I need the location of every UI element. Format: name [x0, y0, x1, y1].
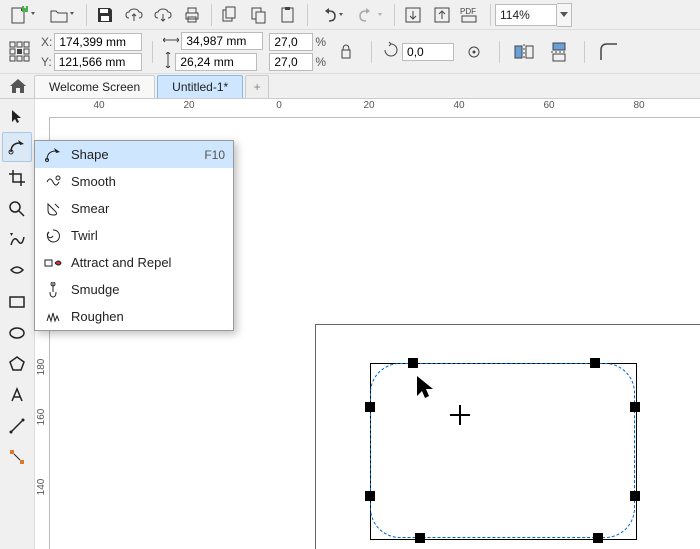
zoom-input[interactable]: 114% — [495, 4, 557, 26]
flyout-shape[interactable]: Shape F10 — [35, 141, 233, 168]
rounded-corner-button[interactable] — [595, 38, 623, 66]
smear-icon — [43, 201, 63, 217]
rectangle-tool[interactable] — [2, 287, 32, 317]
scale-x-input[interactable] — [269, 33, 313, 51]
tab-add[interactable]: + — [245, 75, 269, 98]
home-button[interactable] — [6, 76, 30, 96]
tab-untitled[interactable]: Untitled-1* — [157, 75, 243, 98]
import-button[interactable] — [399, 1, 427, 29]
freehand-tool[interactable] — [2, 225, 32, 255]
shape-icon — [43, 147, 63, 163]
flyout-roughen[interactable]: Roughen — [35, 303, 233, 330]
smudge-icon — [43, 282, 63, 298]
x-label: X: — [41, 35, 52, 49]
svg-text:PDF: PDF — [460, 7, 476, 16]
handle-tr[interactable] — [590, 358, 600, 368]
rotate-icon — [382, 41, 400, 62]
handle-ml[interactable] — [365, 402, 375, 412]
rotation-input[interactable] — [402, 43, 454, 61]
height-input[interactable] — [175, 53, 257, 71]
doc-tabs: Welcome Screen Untitled-1* + — [0, 74, 700, 99]
flyout-attract-repel[interactable]: Attract and Repel — [35, 249, 233, 276]
shape-tool[interactable] — [2, 132, 32, 162]
print-button[interactable] — [178, 1, 206, 29]
handle-ml2[interactable] — [365, 491, 375, 501]
main-toolbar: PDF 114% — [0, 0, 700, 30]
y-input[interactable] — [54, 53, 142, 71]
open-button[interactable] — [43, 1, 81, 29]
object-origin-button[interactable] — [6, 38, 34, 66]
new-doc-button[interactable] — [4, 1, 42, 29]
property-bar: X: Y: % % — [0, 30, 700, 74]
tab-welcome[interactable]: Welcome Screen — [34, 75, 155, 98]
handle-bl[interactable] — [415, 533, 425, 543]
connector-tool[interactable] — [2, 442, 32, 472]
zoom-dropdown[interactable] — [557, 3, 572, 27]
toolbox — [0, 99, 35, 549]
copy-button[interactable] — [216, 1, 244, 29]
cloud-up-button[interactable] — [120, 1, 148, 29]
shape-tool-flyout: Shape F10 Smooth Smear Twirl Attract and… — [34, 140, 234, 331]
rounded-preview — [370, 363, 635, 538]
lock-ratio-button[interactable] — [332, 38, 360, 66]
handle-mr2[interactable] — [630, 491, 640, 501]
ellipse-tool[interactable] — [2, 318, 32, 348]
mirror-h-button[interactable] — [510, 38, 538, 66]
pick-tool[interactable] — [2, 101, 32, 131]
redo-button[interactable] — [351, 1, 389, 29]
handle-br[interactable] — [593, 533, 603, 543]
pdf-button[interactable]: PDF — [457, 1, 485, 29]
flyout-twirl[interactable]: Twirl — [35, 222, 233, 249]
attract-repel-icon — [43, 256, 63, 270]
zoom-tool[interactable] — [2, 194, 32, 224]
x-input[interactable] — [54, 33, 142, 51]
mirror-v-button[interactable] — [545, 38, 573, 66]
text-tool[interactable] — [2, 380, 32, 410]
cursor-icon — [415, 374, 437, 403]
y-label: Y: — [41, 55, 52, 69]
ruler-origin[interactable] — [35, 99, 50, 118]
dimension-tool[interactable] — [2, 411, 32, 441]
width-input[interactable] — [181, 32, 263, 50]
handle-mr[interactable] — [630, 402, 640, 412]
height-icon — [163, 52, 173, 71]
flyout-smear[interactable]: Smear — [35, 195, 233, 222]
crosshair-icon — [450, 405, 470, 428]
cloud-down-button[interactable] — [149, 1, 177, 29]
save-button[interactable] — [91, 1, 119, 29]
clipboard-button[interactable] — [274, 1, 302, 29]
width-icon — [163, 34, 179, 48]
roughen-icon — [43, 309, 63, 325]
twirl-icon — [43, 228, 63, 244]
export-button[interactable] — [428, 1, 456, 29]
flyout-smooth[interactable]: Smooth — [35, 168, 233, 195]
artistic-media-tool[interactable] — [2, 256, 32, 286]
handle-tl[interactable] — [408, 358, 418, 368]
ruler-horizontal[interactable]: 40 20 0 20 40 60 80 100 — [49, 99, 700, 118]
paste-button[interactable] — [245, 1, 273, 29]
scale-y-input[interactable] — [269, 53, 313, 71]
polygon-tool[interactable] — [2, 349, 32, 379]
center-rotation-button[interactable] — [460, 38, 488, 66]
smooth-icon — [43, 174, 63, 190]
crop-tool[interactable] — [2, 163, 32, 193]
undo-button[interactable] — [312, 1, 350, 29]
flyout-smudge[interactable]: Smudge — [35, 276, 233, 303]
